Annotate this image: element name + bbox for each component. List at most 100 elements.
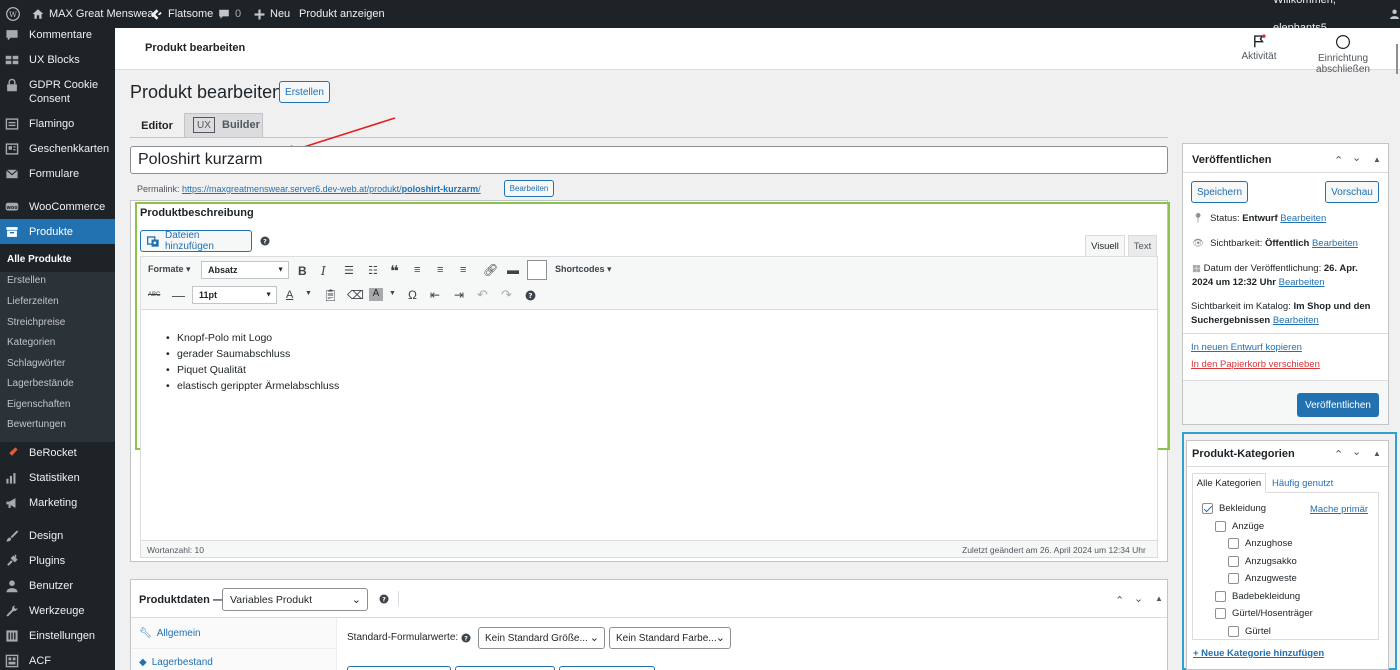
move-down-icon[interactable]: ⌄ <box>1134 592 1143 605</box>
special-char-icon[interactable]: Ω <box>408 288 417 302</box>
sidebar-item-gdpr[interactable]: GDPR Cookie Consent <box>0 78 115 106</box>
sidebar-item-users[interactable]: Benutzer <box>0 579 115 593</box>
checkbox[interactable] <box>1202 503 1213 514</box>
toggle-icon[interactable]: ▲ <box>1155 594 1163 603</box>
submenu-tags[interactable]: Schlagwörter <box>7 358 65 369</box>
list-item[interactable]: Anzugsakko <box>1228 556 1297 567</box>
tab-general[interactable]: 🔧︎ Allgemein <box>139 628 201 639</box>
catalog-edit-link[interactable]: Bearbeiten <box>1273 315 1319 326</box>
indent-icon[interactable]: ⇥ <box>454 288 464 302</box>
move-up-icon[interactable]: ⌃ <box>1334 448 1343 461</box>
copy-draft-link[interactable]: In neuen Entwurf kopieren <box>1191 342 1302 353</box>
list-item[interactable]: Anzugweste <box>1228 573 1297 584</box>
bg-color-icon[interactable]: A <box>369 288 383 301</box>
link-icon[interactable]: 🔗︎ <box>483 263 498 277</box>
sidebar-item-acf[interactable]: ACF <box>0 654 115 668</box>
submenu-categories[interactable]: Kategorien <box>7 337 55 348</box>
submenu-attributes[interactable]: Eigenschaften <box>7 399 70 410</box>
list-item[interactable]: Anzughose <box>1228 538 1293 549</box>
strikethrough-icon[interactable]: ABC <box>148 292 160 298</box>
align-right-icon[interactable]: ≡ <box>460 264 466 276</box>
redo-icon[interactable]: ↷ <box>501 287 512 303</box>
checkbox[interactable] <box>1228 556 1239 567</box>
fullscreen-box-icon[interactable] <box>527 260 547 280</box>
comments-link[interactable]: 0 <box>218 0 241 28</box>
sidebar-item-statistics[interactable]: Statistiken <box>0 471 115 485</box>
italic-icon[interactable]: I <box>321 264 326 278</box>
my-account-link[interactable]: Willkommen, elephants5 <box>1273 0 1400 34</box>
help-icon[interactable]: ? <box>379 594 389 604</box>
post-title-input[interactable]: Poloshirt kurzarm <box>130 146 1168 174</box>
move-up-icon[interactable]: ⌃ <box>1334 154 1343 167</box>
trash-link[interactable]: In den Papierkorb verschieben <box>1191 359 1320 370</box>
checkbox[interactable] <box>1228 573 1239 584</box>
read-more-icon[interactable]: ▬ <box>507 263 519 277</box>
toggle-icon[interactable]: ▲ <box>1373 449 1381 458</box>
add-category-link[interactable]: + Neue Kategorie hinzufügen <box>1193 648 1324 659</box>
make-primary-link[interactable]: Mache primär <box>1310 504 1368 515</box>
undo-icon[interactable]: ↶ <box>477 287 488 303</box>
setup-button[interactable]: Einrichtung abschließen <box>1290 34 1396 75</box>
submenu-strike-prices[interactable]: Streichpreise <box>7 317 65 328</box>
formats-dropdown[interactable]: Formate ▾ <box>148 264 191 275</box>
description-content[interactable]: Knopf-Polo mit Logo gerader Saumabschlus… <box>166 330 339 394</box>
theme-link[interactable]: Flatsome <box>150 0 213 28</box>
text-color-dropdown[interactable]: ▼ <box>305 290 312 297</box>
tab-text[interactable]: Text <box>1128 235 1157 256</box>
variation-button[interactable] <box>347 666 451 670</box>
keyboard-help-icon[interactable]: ? <box>525 290 536 301</box>
list-item[interactable]: Gürtel/Hosenträger <box>1215 608 1313 619</box>
checkbox[interactable] <box>1215 608 1226 619</box>
align-center-icon[interactable]: ≡ <box>437 264 443 276</box>
submenu-create[interactable]: Erstellen <box>7 275 46 286</box>
list-item[interactable]: Anzüge <box>1215 521 1264 532</box>
create-button[interactable]: Erstellen <box>279 81 330 103</box>
wordpress-logo-icon[interactable]: W <box>6 0 20 28</box>
submenu-delivery-times[interactable]: Lieferzeiten <box>7 296 59 307</box>
sidebar-item-forms[interactable]: Formulare <box>0 167 115 181</box>
tab-editor[interactable]: Editor <box>134 115 180 137</box>
activity-button[interactable]: Aktivität <box>1241 34 1277 62</box>
paragraph-select[interactable]: Absatz ▼ <box>201 261 289 279</box>
save-draft-button[interactable]: Speichern <box>1191 181 1248 203</box>
checkbox[interactable] <box>1228 538 1239 549</box>
default-size-select[interactable]: Kein Standard Größe... ⌄ <box>478 627 605 649</box>
help-icon[interactable]: ? <box>461 633 471 643</box>
toggle-icon[interactable]: ▲ <box>1373 155 1381 164</box>
sidebar-item-berocket[interactable]: BeRocket <box>0 446 115 460</box>
move-down-icon[interactable]: ⌄ <box>1352 151 1361 164</box>
submenu-stock[interactable]: Lagerbestände <box>7 378 74 389</box>
variation-button[interactable] <box>455 666 555 670</box>
tab-visual[interactable]: Visuell <box>1085 235 1125 256</box>
bold-icon[interactable]: B <box>298 264 307 278</box>
product-type-select[interactable]: Variables Produkt ⌄ <box>222 588 368 611</box>
default-color-select[interactable]: Kein Standard Farbe... ⌄ <box>609 627 731 649</box>
sidebar-item-plugins[interactable]: Plugins <box>0 554 115 568</box>
text-color-icon[interactable]: A <box>286 289 293 301</box>
sidebar-item-ux-blocks[interactable]: UX Blocks <box>0 53 115 67</box>
shortcodes-dropdown[interactable]: Shortcodes ▾ <box>555 264 612 275</box>
add-media-button[interactable]: Dateien hinzufügen <box>140 230 252 252</box>
visibility-edit-link[interactable]: Bearbeiten <box>1312 238 1358 249</box>
sidebar-item-design[interactable]: Design <box>0 529 115 543</box>
permalink-edit-button[interactable]: Bearbeiten <box>504 180 554 197</box>
paste-text-icon[interactable]: 📋︎ <box>323 288 338 302</box>
tab-all-categories[interactable]: Alle Kategorien <box>1192 473 1266 493</box>
tab-inventory[interactable]: ◆ Lagerbestand <box>139 657 213 668</box>
bg-color-dropdown[interactable]: ▼ <box>389 290 396 297</box>
checkbox[interactable] <box>1228 626 1239 637</box>
bullet-list-icon[interactable]: ☰ <box>344 264 354 277</box>
sidebar-item-gift-cards[interactable]: Geschenkkarten <box>0 142 115 156</box>
list-item[interactable]: Badebekleidung <box>1215 591 1300 602</box>
move-down-icon[interactable]: ⌄ <box>1352 445 1361 458</box>
submenu-all-products[interactable]: Alle Produkte <box>7 254 71 265</box>
outdent-icon[interactable]: ⇤ <box>430 288 440 302</box>
sidebar-item-products[interactable]: Produkte <box>0 219 115 244</box>
list-item[interactable]: Bekleidung <box>1202 503 1266 514</box>
sidebar-item-comments[interactable]: Kommentare <box>0 28 115 42</box>
clear-format-icon[interactable]: ⌫ <box>347 288 364 302</box>
horizontal-rule-icon[interactable]: — <box>172 288 185 303</box>
submenu-reviews[interactable]: Bewertungen <box>7 419 66 430</box>
checkbox[interactable] <box>1215 591 1226 602</box>
preview-button[interactable]: Vorschau <box>1325 181 1379 203</box>
